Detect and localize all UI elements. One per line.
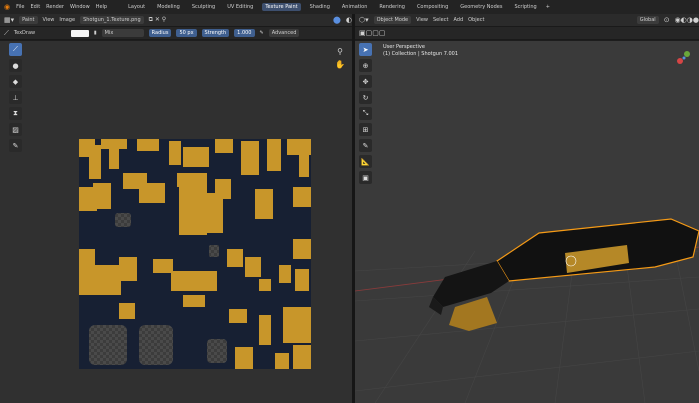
blend-mode-dropdown[interactable]: Mix <box>101 29 144 37</box>
rotate-icon[interactable]: ↻ <box>359 91 372 104</box>
tool-settings-bar: ⟋ TexDraw ▮ Mix Radius 50 px Strength 1.… <box>0 27 352 40</box>
strength-label[interactable]: Strength <box>201 29 230 37</box>
snap-icon[interactable]: ⊙ <box>664 16 670 24</box>
tab-animation[interactable]: Animation <box>339 3 371 11</box>
smear-brush-icon[interactable]: ◆ <box>9 75 22 88</box>
draw-brush-icon[interactable]: ⟋ <box>9 43 22 56</box>
editor-type-icon-3d[interactable]: ⬡▾ <box>359 16 369 24</box>
annotate-3d-icon[interactable]: ✎ <box>359 139 372 152</box>
measure-icon[interactable]: 📐 <box>359 155 372 168</box>
overlay-icon[interactable]: ⬤ <box>333 16 341 24</box>
image-name-field[interactable]: Shotgun_1.Texture.png <box>80 16 144 24</box>
radius-label[interactable]: Radius <box>148 29 172 37</box>
object-mode-dropdown[interactable]: Object Mode <box>373 16 412 24</box>
viewport-header: ⬡▾ Object Mode View Select Add Object Gl… <box>355 14 699 27</box>
pen-pressure-icon[interactable]: ✎ <box>260 30 264 36</box>
swatch-icon[interactable]: ▮ <box>94 30 97 36</box>
tab-compositing[interactable]: Compositing <box>414 3 451 11</box>
brush-icon: ⟋ <box>4 28 9 37</box>
radius-value[interactable]: 50 px <box>176 29 197 37</box>
annotate-icon[interactable]: ✎ <box>9 139 22 152</box>
brush-name[interactable]: TexDraw <box>14 30 66 36</box>
tab-shading[interactable]: Shading <box>307 3 333 11</box>
menu-edit[interactable]: Edit <box>30 4 40 10</box>
menu-view[interactable]: View <box>43 17 55 23</box>
paint-toolbar: ⟋ ● ◆ ⊥ ⧗ ▨ ✎ <box>9 43 22 152</box>
soften-brush-icon[interactable]: ● <box>9 59 22 72</box>
tab-uv-editing[interactable]: UV Editing <box>224 3 256 11</box>
advanced-dropdown[interactable]: Advanced <box>268 29 300 37</box>
view-perspective-label: User Perspective <box>383 44 425 50</box>
paint-mode-dropdown[interactable]: Paint <box>19 16 38 24</box>
zoom-icon[interactable]: ⚲ <box>335 46 345 56</box>
mask-brush-icon[interactable]: ▨ <box>9 123 22 136</box>
menu-window[interactable]: Window <box>70 4 90 10</box>
menu-object[interactable]: Object <box>468 17 484 23</box>
tab-geometry-nodes[interactable]: Geometry Nodes <box>457 3 505 11</box>
menu-add[interactable]: Add <box>453 17 463 23</box>
tab-rendering[interactable]: Rendering <box>376 3 408 11</box>
transform-icon[interactable]: ⊞ <box>359 123 372 136</box>
add-cube-icon[interactable]: ▣ <box>359 171 372 184</box>
shading-icons[interactable]: ◉◐◑● <box>675 16 699 24</box>
scale-icon[interactable]: ⤡ <box>359 107 372 120</box>
menu-render[interactable]: Render <box>46 4 64 10</box>
menu-select[interactable]: Select <box>433 17 448 23</box>
image-buttons-icon[interactable]: ⧉ ✕ ⚲ <box>149 16 167 24</box>
shotgun-model[interactable] <box>425 211 699 331</box>
viewport-toolbar: ➤ ⊕ ✥ ↻ ⤡ ⊞ ✎ 📐 ▣ <box>359 43 372 184</box>
viewport-3d[interactable]: User Perspective (1) Collection | Shotgu… <box>355 41 699 403</box>
fill-brush-icon[interactable]: ⧗ <box>9 107 22 120</box>
select-mode-icons[interactable]: ▣▢▢▢ <box>359 29 385 37</box>
menu-help[interactable]: Help <box>96 4 107 10</box>
select-cursor-icon[interactable]: ➤ <box>359 43 372 56</box>
menu-view-3d[interactable]: View <box>416 17 428 23</box>
tab-sculpting[interactable]: Sculpting <box>189 3 218 11</box>
move-icon[interactable]: ✥ <box>359 75 372 88</box>
viewport-tool-header: ▣▢▢▢ <box>355 27 699 40</box>
blender-logo-icon[interactable]: ◉ <box>4 3 10 11</box>
color-swatch[interactable] <box>70 29 89 37</box>
transform-orientation-dropdown[interactable]: Global <box>636 16 659 24</box>
image-editor-header: ▦▾ Paint View Image Shotgun_1.Texture.pn… <box>0 14 352 27</box>
image-editor-area[interactable]: ⟋ ● ◆ ⊥ ⧗ ▨ ✎ ⚲ ✋ <box>0 41 352 403</box>
strength-value[interactable]: 1.000 <box>234 29 255 37</box>
editor-type-icon[interactable]: ▦▾ <box>4 16 14 24</box>
add-workspace-button[interactable]: + <box>546 4 550 10</box>
menu-image[interactable]: Image <box>59 17 75 23</box>
tab-scripting[interactable]: Scripting <box>511 3 539 11</box>
hand-pan-icon[interactable]: ✋ <box>335 59 345 69</box>
menu-file[interactable]: File <box>16 4 24 10</box>
top-bar: ◉ File Edit Render Window Help Layout Mo… <box>0 0 699 14</box>
navigation-gizmo[interactable] <box>675 49 693 67</box>
tab-texture-paint[interactable]: Texture Paint <box>262 3 301 11</box>
texture-canvas[interactable] <box>79 139 311 369</box>
clone-brush-icon[interactable]: ⊥ <box>9 91 22 104</box>
tab-modeling[interactable]: Modeling <box>154 3 183 11</box>
tab-layout[interactable]: Layout <box>125 3 148 11</box>
collection-info-label: (1) Collection | Shotgun 7.001 <box>383 51 459 57</box>
cursor-icon[interactable]: ⊕ <box>359 59 372 72</box>
